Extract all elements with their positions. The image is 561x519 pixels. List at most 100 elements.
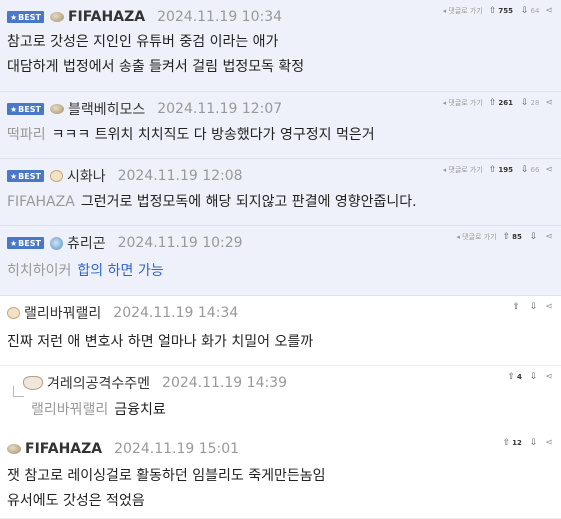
comment-body: FIFAHAZA 그런거로 법정모독에 해당 되지않고 판결에 영향안줍니다. <box>7 190 417 215</box>
best-badge: ★ BEST <box>7 237 44 249</box>
thumbs-up-icon[interactable]: ⇧ <box>489 165 497 175</box>
comment-item: FIFAHAZA 2024.11.19 15:01 ⇧ 12 ⇩ ⋖ 잿 참고로 레이싱걸로… <box>0 432 561 519</box>
comment-header: FIFAHAZA 2024.11.19 15:01 <box>7 439 239 459</box>
more-options-icon[interactable]: ⋖ <box>545 232 553 242</box>
comment-header: ★ BEST FIFAHAZA 2024.11.19 10:34 <box>7 7 282 27</box>
comment-header: ★ BEST 시화나 2024.11.19 12:08 <box>7 166 243 186</box>
comment-body: 떡파리 ㅋㅋㅋ 트위치 치치직도 다 방송했다가 영구정지 먹은거 <box>7 123 375 148</box>
star-icon: ★ <box>10 12 18 22</box>
reply-link[interactable]: ◂ 댓글로 가기 <box>443 6 483 16</box>
comment-date: 2024.11.19 14:39 <box>162 375 288 391</box>
reply-target-nickname[interactable]: 떡파리 <box>7 127 46 143</box>
nickname[interactable]: 랠리바꿔랠리 <box>24 303 101 323</box>
thumbs-up-icon[interactable]: ⇧ <box>507 372 515 382</box>
nickname[interactable]: 겨레의공격수주멘 <box>47 373 150 393</box>
thumbs-down-icon[interactable]: ⇩ <box>521 6 529 16</box>
thumbs-up-icon[interactable]: ⇧ <box>503 232 511 242</box>
reply-target-nickname[interactable]: FIFAHAZA <box>7 194 75 210</box>
more-options-icon[interactable]: ⋖ <box>545 98 553 108</box>
reply-link-label: 댓글로 가기 <box>448 7 483 15</box>
comment-header: 랠리바꿔랠리 2024.11.19 14:34 <box>7 303 238 323</box>
thumbs-up-icon[interactable]: ⇧ <box>489 6 497 16</box>
comment-header: ★ BEST 츄리곤 2024.11.19 10:29 <box>7 233 243 253</box>
reply-target-nickname[interactable]: 히치하이커 <box>7 263 71 279</box>
comment-item: 겨레의공격수주멘 2024.11.19 14:39 ⇧ 4 ⇩ ⋖ 랠리바꿔랠리 금융치료 <box>0 366 561 432</box>
comment-line: 히치하이커 합의 하면 가능 <box>7 259 164 284</box>
comment-actions: ⇧ 12 ⇩ ⋖ <box>503 438 553 448</box>
downvote-count: 66 <box>530 166 540 174</box>
avatar[interactable] <box>49 170 63 182</box>
comment-body: 히치하이커 합의 하면 가능 <box>7 259 164 284</box>
thumbs-down-icon[interactable]: ⇩ <box>530 438 538 448</box>
thumbs-up-icon[interactable]: ⇧ <box>489 98 497 108</box>
nickname[interactable]: FIFAHAZA <box>68 9 145 25</box>
best-badge: ★ BEST <box>7 103 44 115</box>
comment-line: 진짜 저런 애 변호사 하면 얼마나 화가 치밀어 오를까 <box>7 330 313 355</box>
thumbs-up-icon[interactable]: ⇧ <box>512 302 520 312</box>
comment-line: 유서에도 갓성은 적었음 <box>7 489 326 514</box>
comment-text: ㅋㅋㅋ 트위치 치치직도 다 방송했다가 영구정지 먹은거 <box>51 127 375 143</box>
comment-text: 유서에도 갓성은 적었음 <box>7 493 145 509</box>
thumbs-down-icon[interactable]: ⇩ <box>521 165 529 175</box>
comment-actions: ◂ 댓글로 가기 ⇧ 195 ⇩ 66 ⋖ <box>443 165 553 175</box>
comment-text: 금융치료 <box>114 402 166 418</box>
best-badge-label: BEST <box>18 104 41 114</box>
comment-actions: ◂ 댓글로 가기 ⇧ 261 ⇩ 28 ⋖ <box>443 98 553 108</box>
comment-body: 랠리바꿔랠리 금융치료 <box>31 398 166 423</box>
comment-date: 2024.11.19 14:34 <box>113 305 239 321</box>
comment-item: ★ BEST 블랙베히모스 2024.11.19 12:07 ◂ 댓글로 가기 ⇧ 261 ⇩… <box>0 92 561 159</box>
best-badge-label: BEST <box>18 12 41 22</box>
reply-link-label: 댓글로 가기 <box>448 166 483 174</box>
upvote-count: 85 <box>512 233 522 241</box>
comment-header: 겨레의공격수주멘 2024.11.19 14:39 <box>23 373 287 393</box>
comment-line: 참고로 갓성은 지인인 유튜버 중검 이라는 애가 <box>7 30 304 55</box>
nickname[interactable]: 시화나 <box>67 166 106 186</box>
comment-date: 2024.11.19 15:01 <box>114 441 240 457</box>
more-options-icon[interactable]: ⋖ <box>545 438 553 448</box>
comment-body: 진짜 저런 애 변호사 하면 얼마나 화가 치밀어 오를까 <box>7 330 313 355</box>
reply-link[interactable]: ◂ 댓글로 가기 <box>456 232 496 242</box>
reply-target-nickname[interactable]: 랠리바꿔랠리 <box>31 402 108 418</box>
comment-text: 진짜 저런 애 변호사 하면 얼마나 화가 치밀어 오를까 <box>7 334 314 350</box>
comment-actions: ⇧ 4 ⇩ ⋖ <box>507 372 553 382</box>
downvote-count: 64 <box>530 7 540 15</box>
comment-date: 2024.11.19 10:34 <box>157 9 283 25</box>
more-options-icon[interactable]: ⋖ <box>545 165 553 175</box>
comment-text: 그런거로 법정모독에 해당 되지않고 판결에 영향안줍니다. <box>80 194 417 210</box>
reply-link[interactable]: ◂ 댓글로 가기 <box>443 165 483 175</box>
avatar[interactable] <box>49 104 64 114</box>
best-badge-label: BEST <box>18 171 41 181</box>
nickname[interactable]: 블랙베히모스 <box>68 99 145 119</box>
avatar[interactable] <box>7 444 21 454</box>
more-options-icon[interactable]: ⋖ <box>545 302 553 312</box>
comment-line: 랠리바꿔랠리 금융치료 <box>31 398 166 423</box>
more-options-icon[interactable]: ⋖ <box>545 6 553 16</box>
more-options-icon[interactable]: ⋖ <box>545 372 553 382</box>
upvote-count: 195 <box>498 166 513 174</box>
avatar[interactable] <box>7 307 20 319</box>
comment-line: 떡파리 ㅋㅋㅋ 트위치 치치직도 다 방송했다가 영구정지 먹은거 <box>7 123 375 148</box>
comment-date: 2024.11.19 10:29 <box>117 235 243 251</box>
comment-line: FIFAHAZA 그런거로 법정모독에 해당 되지않고 판결에 영향안줍니다. <box>7 190 417 215</box>
comment-item: ★ BEST 츄리곤 2024.11.19 10:29 ◂ 댓글로 가기 ⇧ 85 ⇩ ⋖ 히치하… <box>0 226 561 296</box>
thumbs-down-icon[interactable]: ⇩ <box>530 372 538 382</box>
avatar[interactable] <box>23 376 43 390</box>
comment-header: ★ BEST 블랙베히모스 2024.11.19 12:07 <box>7 99 282 119</box>
star-icon: ★ <box>10 171 18 181</box>
comment-body: 참고로 갓성은 지인인 유튜버 중검 이라는 애가 대담하게 법정에서 송출 들켜… <box>7 30 304 80</box>
avatar[interactable] <box>49 236 63 250</box>
nickname[interactable]: 츄리곤 <box>67 233 106 253</box>
comment-text: 합의 하면 가능 <box>77 263 164 279</box>
avatar[interactable] <box>49 12 64 22</box>
thumbs-down-icon[interactable]: ⇩ <box>530 302 538 312</box>
thumbs-down-icon[interactable]: ⇩ <box>530 232 538 242</box>
best-badge: ★ BEST <box>7 170 44 182</box>
comment-text: 잿 참고로 레이싱걸로 활동하던 임블리도 죽게만든놈임 <box>7 468 326 484</box>
reply-link-label: 댓글로 가기 <box>448 99 483 107</box>
comment-line: 대담하게 법정에서 송출 들켜서 걸림 법정모독 확정 <box>7 55 304 80</box>
thumbs-down-icon[interactable]: ⇩ <box>521 98 529 108</box>
reply-link[interactable]: ◂ 댓글로 가기 <box>443 98 483 108</box>
thumbs-up-icon[interactable]: ⇧ <box>503 438 511 448</box>
comment-actions: ◂ 댓글로 가기 ⇧ 85 ⇩ ⋖ <box>456 232 553 242</box>
nickname[interactable]: FIFAHAZA <box>25 441 102 457</box>
